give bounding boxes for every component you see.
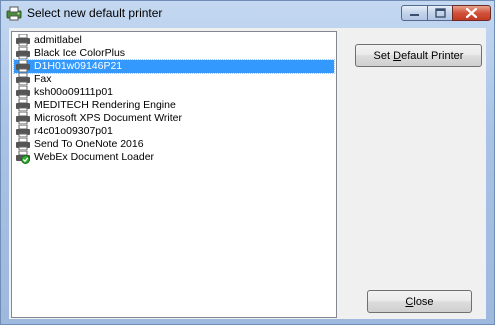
list-item[interactable]: admitlabel [14,34,334,47]
printer-list[interactable]: admitlabel Black Ice ColorPlus D1H01w091… [11,31,337,318]
default-printer-check-icon [16,151,30,164]
list-item[interactable]: ksh00o09111p01 [14,86,334,99]
printer-name: Black Ice ColorPlus [34,47,126,59]
dialog-client-area: admitlabel Black Ice ColorPlus D1H01w091… [9,28,486,319]
close-icon [465,7,478,19]
printer-settings-icon [6,6,22,21]
list-item[interactable]: r4c01o09307p01 [14,125,334,138]
window-title: Select new default printer [27,6,163,20]
printer-icon [16,112,30,125]
window-close-button[interactable] [452,5,491,21]
minimize-icon [410,14,419,16]
minimize-button[interactable] [401,5,428,21]
printer-name: Fax [34,73,52,85]
printer-icon [16,73,30,86]
list-item[interactable]: Microsoft XPS Document Writer [14,112,334,125]
set-default-label-prefix: Set [373,50,394,62]
list-item[interactable]: WebEx Document Loader [14,151,334,164]
list-item[interactable]: Fax [14,73,334,86]
set-default-accelerator: D [393,50,402,62]
printer-name: Microsoft XPS Document Writer [34,112,183,124]
printer-name: ksh00o09111p01 [34,86,114,98]
maximize-icon [435,8,446,18]
printer-name: admitlabel [34,34,82,46]
title-bar[interactable]: Select new default printer [1,1,494,27]
printer-name: D1H01w09146P21 [34,60,123,72]
list-item[interactable]: Black Ice ColorPlus [14,47,334,60]
list-item[interactable]: MEDITECH Rendering Engine [14,99,334,112]
list-item[interactable]: Send To OneNote 2016 [14,138,334,151]
maximize-button[interactable] [427,5,453,21]
printer-icon [16,138,30,151]
close-label-suffix: lose [413,296,434,308]
printer-icon [16,99,30,112]
printer-icon [16,47,30,60]
set-default-printer-button[interactable]: Set Default Printer [355,44,482,67]
select-printer-dialog: Select new default printer admitlabel Bl… [0,0,495,325]
printer-name: WebEx Document Loader [34,151,155,163]
printer-icon [16,34,30,47]
printer-icon [16,125,30,138]
printer-name: r4c01o09307p01 [34,125,113,137]
printer-icon [16,86,30,99]
printer-name: Send To OneNote 2016 [34,138,144,150]
list-item-selected[interactable]: D1H01w09146P21 [13,59,335,74]
set-default-label-suffix: efault Printer [401,50,464,62]
close-button[interactable]: Close [367,290,472,313]
printer-name: MEDITECH Rendering Engine [34,99,176,111]
printer-icon [16,60,30,73]
